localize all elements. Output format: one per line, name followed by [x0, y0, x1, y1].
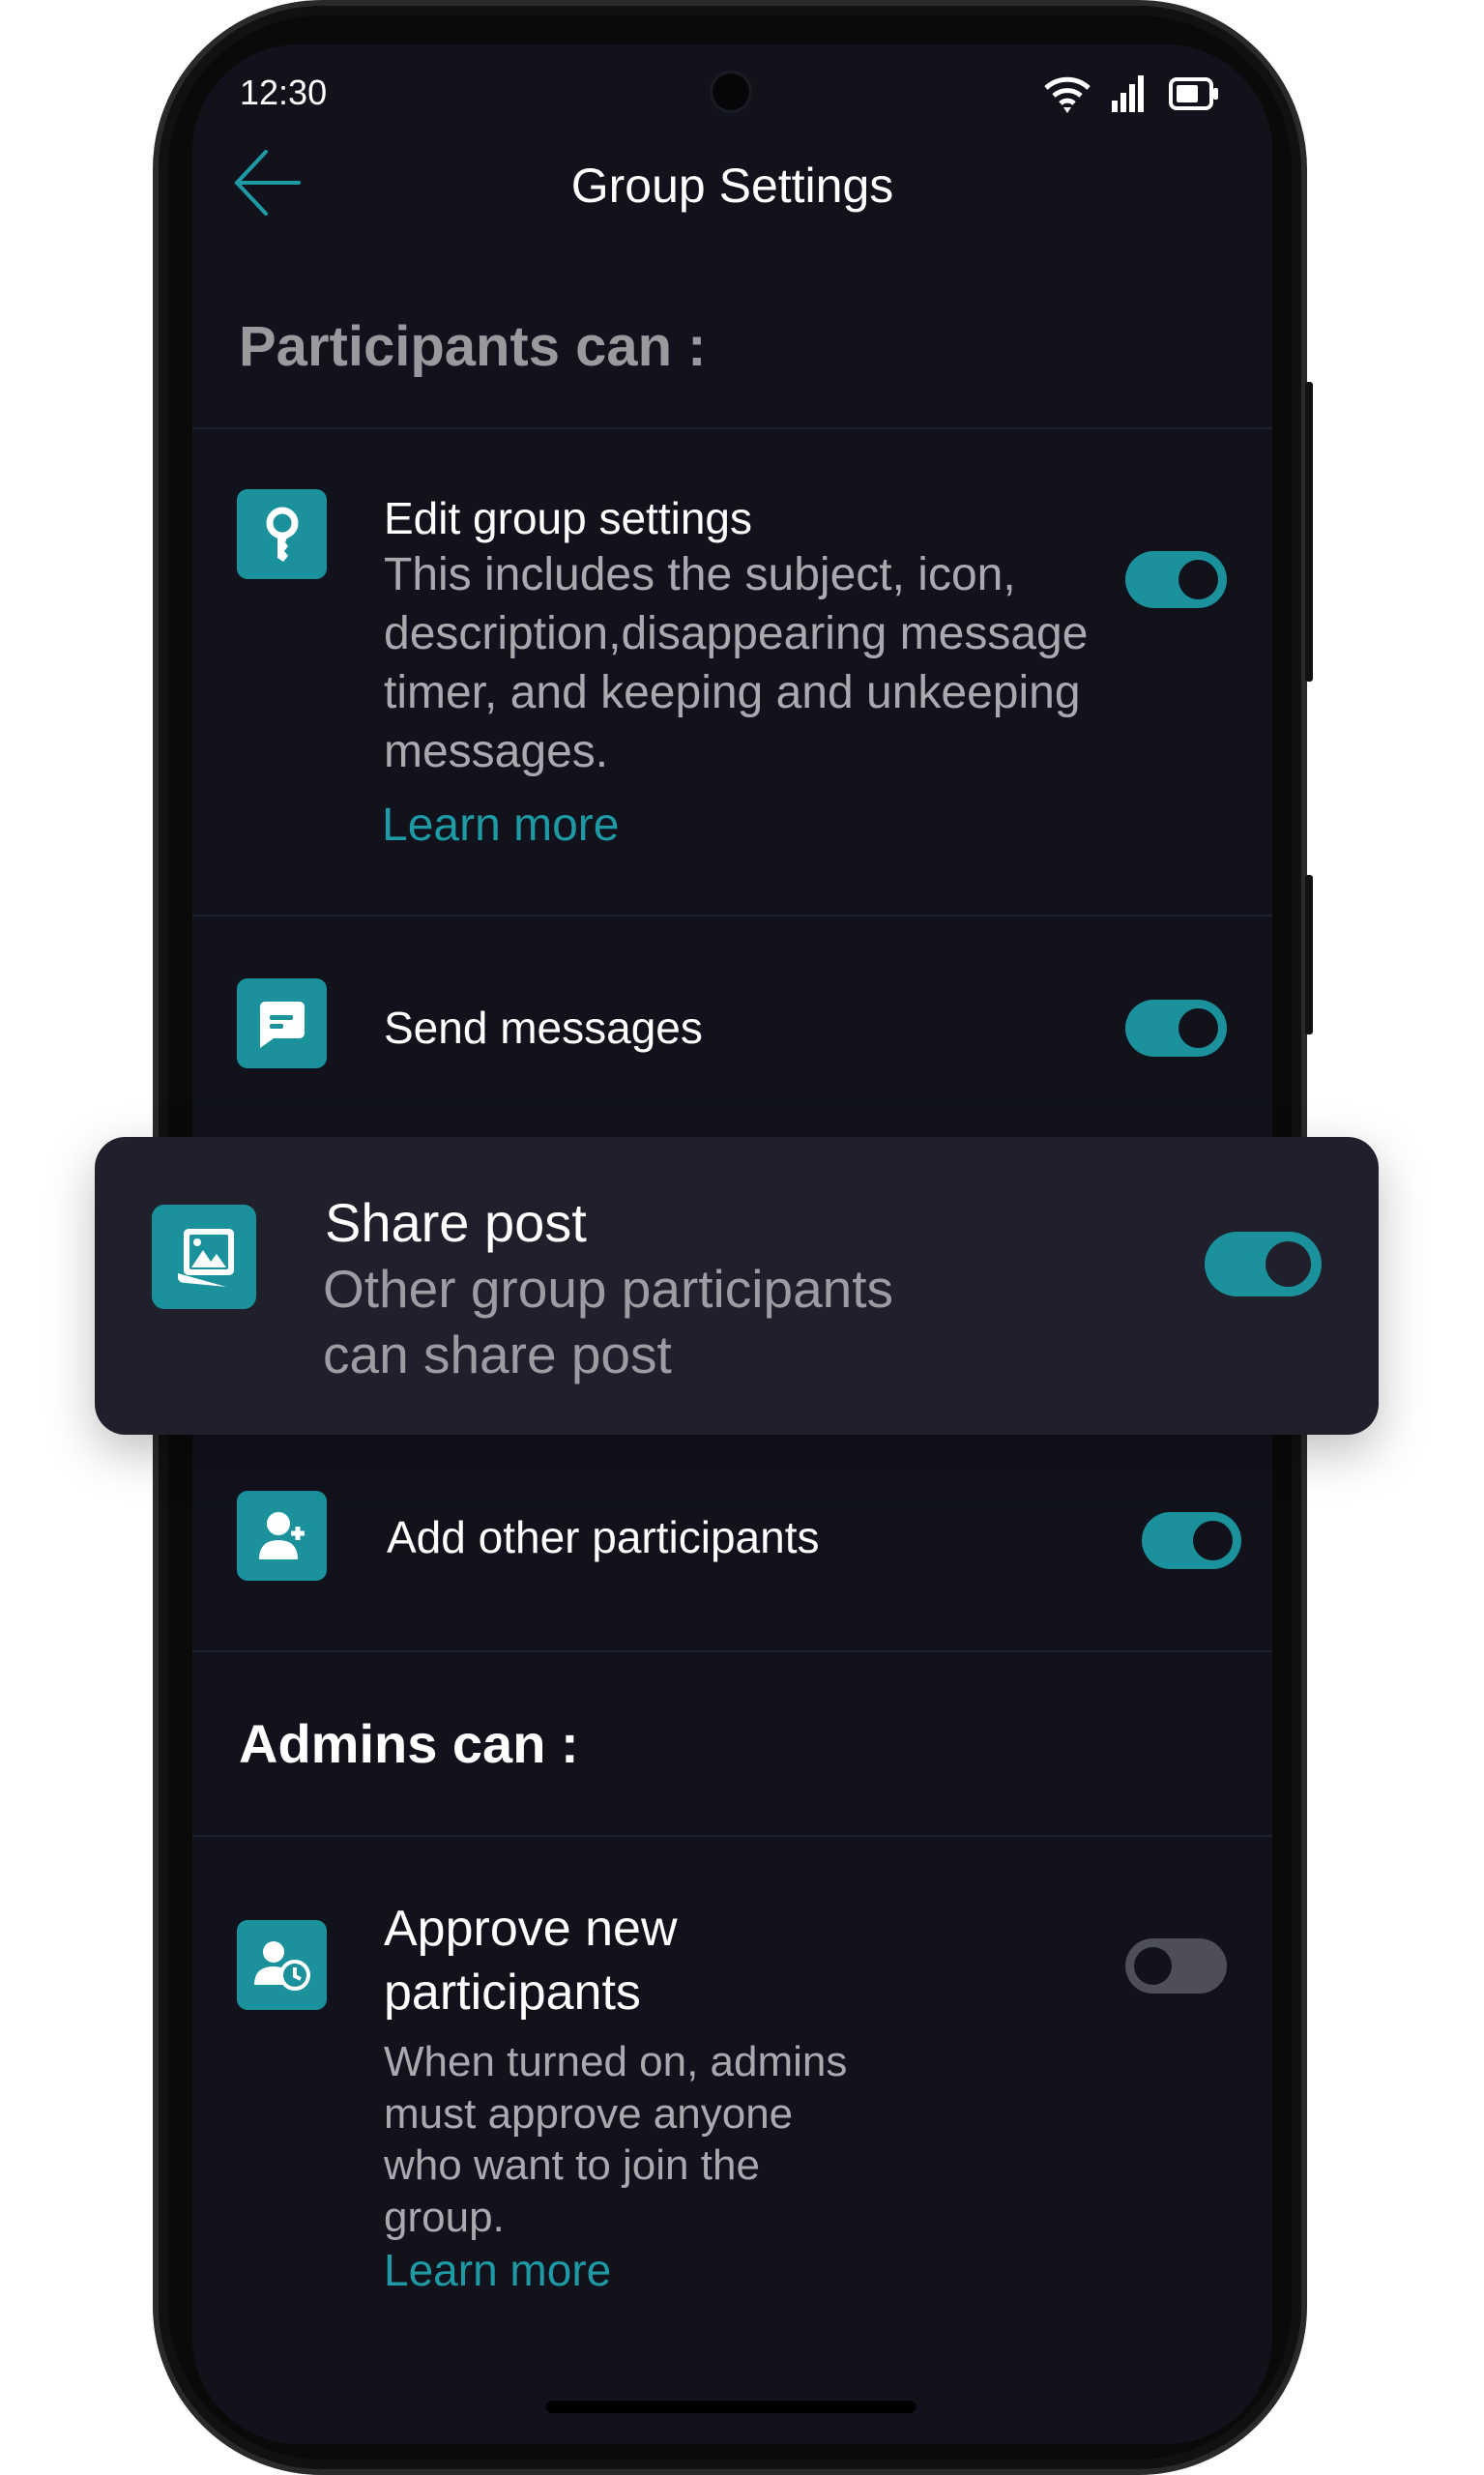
message-icon — [237, 978, 327, 1068]
share-post-card[interactable]: Share post Other group participants can … — [95, 1137, 1379, 1435]
send-messages-toggle[interactable] — [1125, 1000, 1227, 1057]
approve-description-line: When turned on, admins — [384, 2038, 848, 2085]
wifi-icon — [1044, 76, 1091, 113]
divider — [192, 915, 1272, 917]
power-button — [1305, 875, 1313, 1034]
learn-more-link[interactable]: Learn more — [382, 797, 619, 855]
approve-description-line: must approve anyone — [384, 2090, 794, 2138]
image-icon — [152, 1205, 256, 1309]
battery-icon — [1169, 77, 1218, 110]
add-user-icon — [237, 1491, 327, 1581]
divider — [192, 1835, 1272, 1837]
home-indicator[interactable] — [546, 2401, 916, 2413]
camera-icon — [713, 73, 749, 110]
share-post-description-line2: can share post — [323, 1325, 672, 1384]
send-messages-title: Send messages — [384, 1003, 703, 1053]
share-post-title: Share post — [325, 1192, 587, 1253]
divider — [192, 1650, 1272, 1652]
user-clock-icon — [237, 1920, 327, 2010]
approve-description-line: group. — [384, 2194, 505, 2241]
approve-participants-toggle[interactable] — [1125, 1938, 1227, 1994]
divider — [192, 427, 1272, 429]
status-time: 12:30 — [240, 73, 328, 112]
key-icon — [237, 489, 327, 579]
share-post-description-line1: Other group participants — [323, 1259, 894, 1319]
edit-group-settings-toggle[interactable] — [1125, 551, 1227, 608]
learn-more-link[interactable]: Learn more — [384, 2244, 611, 2296]
page-title: Group Settings — [570, 159, 894, 213]
add-participants-toggle[interactable] — [1142, 1512, 1241, 1569]
approve-description-line: who want to join the — [384, 2141, 760, 2189]
add-participants-title: Add other participants — [387, 1512, 820, 1562]
edit-group-settings-description: This includes the subject, icon, descrip… — [384, 549, 1089, 777]
admins-heading: Admins can : — [239, 1713, 579, 1774]
approve-participants-title-line2: participants — [384, 1965, 641, 2021]
participants-heading: Participants can : — [239, 315, 707, 378]
share-post-toggle[interactable] — [1205, 1232, 1322, 1296]
approve-participants-title-line1: Approve new — [384, 1901, 678, 1957]
edit-group-settings-title: Edit group settings — [384, 493, 753, 543]
volume-button — [1305, 382, 1313, 682]
signal-icon — [1112, 75, 1144, 112]
